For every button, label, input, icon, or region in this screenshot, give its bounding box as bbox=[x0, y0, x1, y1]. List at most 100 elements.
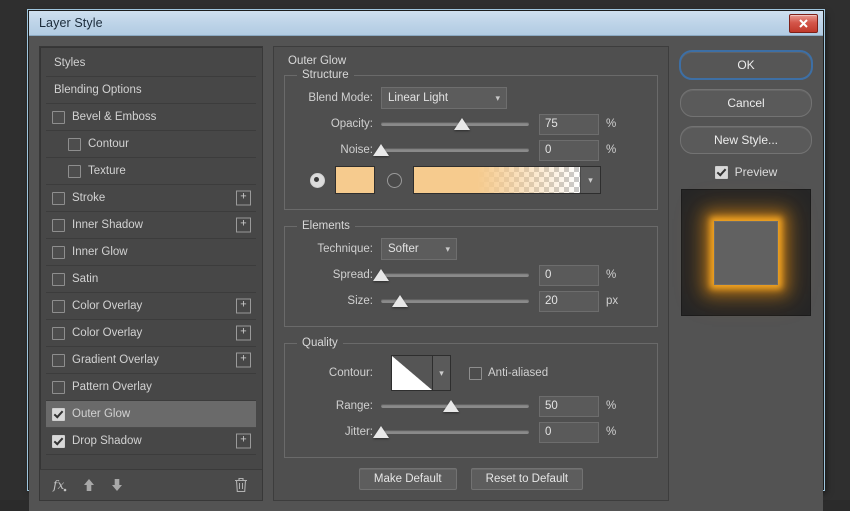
noise-input[interactable]: 0 bbox=[539, 140, 599, 161]
dialog-body: StylesBlending OptionsBevel & EmbossCont… bbox=[29, 36, 823, 511]
jitter-row: Jitter: 0 % bbox=[295, 421, 647, 443]
effect-checkbox-color-overlay[interactable] bbox=[52, 327, 65, 340]
sidebar-item-color-overlay[interactable]: Color Overlay + bbox=[46, 293, 256, 320]
sidebar-item-contour[interactable]: Contour bbox=[46, 131, 256, 158]
preview-label: Preview bbox=[735, 165, 778, 179]
size-input[interactable]: 20 bbox=[539, 291, 599, 312]
preview-thumbnail bbox=[681, 189, 811, 316]
opacity-slider[interactable] bbox=[381, 116, 529, 132]
effect-checkbox-gradient-overlay[interactable] bbox=[52, 354, 65, 367]
sidebar-item-label: Color Overlay bbox=[72, 300, 142, 312]
jitter-slider-thumb[interactable] bbox=[373, 426, 389, 438]
effect-checkbox-texture[interactable] bbox=[68, 165, 81, 178]
jitter-input[interactable]: 0 bbox=[539, 422, 599, 443]
effect-checkbox-pattern-overlay[interactable] bbox=[52, 381, 65, 394]
opacity-input[interactable]: 75 bbox=[539, 114, 599, 135]
sidebar-item-label: Inner Shadow bbox=[72, 219, 143, 231]
preview-checkbox[interactable] bbox=[715, 166, 728, 179]
ok-button[interactable]: OK bbox=[679, 50, 813, 80]
range-label: Range: bbox=[295, 400, 373, 412]
new-style-button[interactable]: New Style... bbox=[680, 126, 812, 154]
size-unit: px bbox=[606, 295, 624, 307]
sidebar-item-inner-glow[interactable]: Inner Glow bbox=[46, 239, 256, 266]
make-default-button[interactable]: Make Default bbox=[359, 468, 457, 490]
spread-slider-thumb[interactable] bbox=[373, 269, 389, 281]
default-buttons: Make Default Reset to Default bbox=[284, 468, 658, 490]
reset-to-default-button[interactable]: Reset to Default bbox=[471, 468, 583, 490]
noise-slider[interactable] bbox=[381, 142, 529, 158]
sidebar-item-label: Color Overlay bbox=[72, 327, 142, 339]
effect-checkbox-outer-glow[interactable] bbox=[52, 408, 65, 421]
effect-checkbox-bevel-emboss[interactable] bbox=[52, 111, 65, 124]
anti-aliased-row[interactable]: Anti-aliased bbox=[469, 367, 548, 380]
jitter-slider-track bbox=[381, 430, 529, 434]
sidebar-item-pattern-overlay[interactable]: Pattern Overlay bbox=[46, 374, 256, 401]
range-input[interactable]: 50 bbox=[539, 396, 599, 417]
sidebar-item-satin[interactable]: Satin bbox=[46, 266, 256, 293]
add-effect-button[interactable]: + bbox=[236, 218, 251, 233]
add-effect-button[interactable]: + bbox=[236, 326, 251, 341]
sidebar-item-drop-shadow[interactable]: Drop Shadow + bbox=[46, 428, 256, 455]
glow-color-swatch[interactable] bbox=[335, 166, 375, 194]
effect-checkbox-color-overlay[interactable] bbox=[52, 300, 65, 313]
desktop-background: Layer Style StylesBlending OptionsBevel … bbox=[0, 0, 850, 500]
add-effect-button[interactable]: + bbox=[236, 191, 251, 206]
noise-label: Noise: bbox=[295, 144, 373, 156]
anti-aliased-checkbox[interactable] bbox=[469, 367, 482, 380]
close-button[interactable] bbox=[789, 14, 818, 33]
sidebar-item-label: Texture bbox=[88, 165, 126, 177]
elements-legend: Elements bbox=[297, 220, 355, 232]
sidebar-item-bevel-emboss[interactable]: Bevel & Emboss bbox=[46, 104, 256, 131]
sidebar-item-blending-options[interactable]: Blending Options bbox=[46, 77, 256, 104]
noise-slider-thumb[interactable] bbox=[373, 144, 389, 156]
arrow-down-icon[interactable] bbox=[110, 478, 124, 493]
sidebar-item-label: Drop Shadow bbox=[72, 435, 142, 447]
sidebar-item-inner-shadow[interactable]: Inner Shadow + bbox=[46, 212, 256, 239]
effect-checkbox-drop-shadow[interactable] bbox=[52, 435, 65, 448]
effect-checkbox-inner-shadow[interactable] bbox=[52, 219, 65, 232]
size-slider-thumb[interactable] bbox=[392, 295, 408, 307]
range-slider-thumb[interactable] bbox=[443, 400, 459, 412]
sidebar-item-styles[interactable]: Styles bbox=[46, 50, 256, 77]
sidebar-item-texture[interactable]: Texture bbox=[46, 158, 256, 185]
preview-toggle[interactable]: Preview bbox=[715, 165, 778, 179]
spread-input[interactable]: 0 bbox=[539, 265, 599, 286]
glow-color-radio[interactable] bbox=[310, 173, 325, 188]
technique-select[interactable]: Softer ▾ bbox=[381, 238, 457, 260]
sidebar-item-stroke[interactable]: Stroke + bbox=[46, 185, 256, 212]
add-effect-button[interactable]: + bbox=[236, 353, 251, 368]
quality-legend: Quality bbox=[297, 337, 343, 349]
arrow-up-icon[interactable] bbox=[82, 478, 96, 493]
add-effect-button[interactable]: + bbox=[236, 434, 251, 449]
sidebar-item-label: Stroke bbox=[72, 192, 105, 204]
styles-list: StylesBlending OptionsBevel & EmbossCont… bbox=[40, 47, 262, 469]
svg-text:fx: fx bbox=[52, 478, 64, 492]
cancel-button[interactable]: Cancel bbox=[680, 89, 812, 117]
fx-icon[interactable]: fx bbox=[52, 477, 68, 493]
effect-checkbox-stroke[interactable] bbox=[52, 192, 65, 205]
glow-gradient-picker[interactable]: ▾ bbox=[413, 166, 601, 194]
chevron-down-icon[interactable]: ▾ bbox=[433, 355, 451, 391]
spread-slider-track bbox=[381, 273, 529, 277]
opacity-label: Opacity: bbox=[295, 118, 373, 130]
glow-gradient-radio[interactable] bbox=[387, 173, 402, 188]
trash-icon[interactable] bbox=[234, 477, 248, 493]
effect-checkbox-satin[interactable] bbox=[52, 273, 65, 286]
effect-checkbox-inner-glow[interactable] bbox=[52, 246, 65, 259]
contour-preview[interactable] bbox=[391, 355, 433, 391]
jitter-label: Jitter: bbox=[295, 426, 373, 438]
settings-panel: Outer Glow Structure Blend Mode: Linear … bbox=[273, 46, 669, 501]
size-slider[interactable] bbox=[381, 293, 529, 309]
blend-mode-select[interactable]: Linear Light ▾ bbox=[381, 87, 507, 109]
spread-slider[interactable] bbox=[381, 267, 529, 283]
range-slider[interactable] bbox=[381, 398, 529, 414]
sidebar-item-gradient-overlay[interactable]: Gradient Overlay+ bbox=[46, 347, 256, 374]
jitter-slider[interactable] bbox=[381, 424, 529, 440]
add-effect-button[interactable]: + bbox=[236, 299, 251, 314]
chevron-down-icon[interactable]: ▾ bbox=[580, 167, 600, 193]
effect-checkbox-contour[interactable] bbox=[68, 138, 81, 151]
opacity-slider-thumb[interactable] bbox=[454, 118, 470, 130]
sidebar-item-color-overlay[interactable]: Color Overlay + bbox=[46, 320, 256, 347]
sidebar-item-outer-glow[interactable]: Outer Glow bbox=[46, 401, 256, 428]
structure-legend: Structure bbox=[297, 69, 354, 81]
